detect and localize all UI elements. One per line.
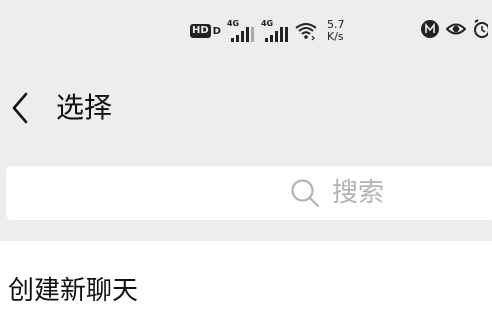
hd-label: HD (190, 24, 211, 38)
search-icon (291, 179, 320, 208)
search-input[interactable]: 搜索 (6, 166, 492, 220)
back-button[interactable] (6, 88, 36, 128)
search-inner: 搜索 (290, 176, 384, 210)
header: 选择 (0, 80, 492, 136)
page-title: 选择 (56, 91, 113, 124)
wifi-icon (295, 23, 317, 41)
chevron-left-icon (12, 92, 28, 124)
signal-strength-icon-2: 4G (261, 18, 289, 44)
status-right-icons (420, 19, 488, 39)
signal-strength-icon-1: 4G (227, 18, 255, 44)
network-speed: 5.7 K/s (327, 19, 345, 43)
nfc-icon (421, 20, 439, 38)
alarm-icon (474, 19, 488, 38)
network-speed-unit: K/s (326, 30, 344, 43)
eye-comfort-icon (446, 23, 466, 35)
status-icons: HD D 4G 4G 5.7 K/s (190, 14, 344, 48)
signal-bars-icon (230, 27, 254, 42)
create-new-chat-item[interactable]: 创建新聊天 (0, 241, 492, 317)
list-item-label: 创建新聊天 (8, 276, 139, 306)
search-placeholder: 搜索 (332, 178, 385, 208)
status-bar: HD D 4G 4G 5.7 K/s (0, 0, 492, 58)
hd-sub-label: D (212, 25, 221, 37)
hd-voice-icon: HD D (190, 24, 221, 38)
contact-list: 创建新聊天 (0, 241, 492, 317)
signal-bars-icon (264, 27, 288, 42)
